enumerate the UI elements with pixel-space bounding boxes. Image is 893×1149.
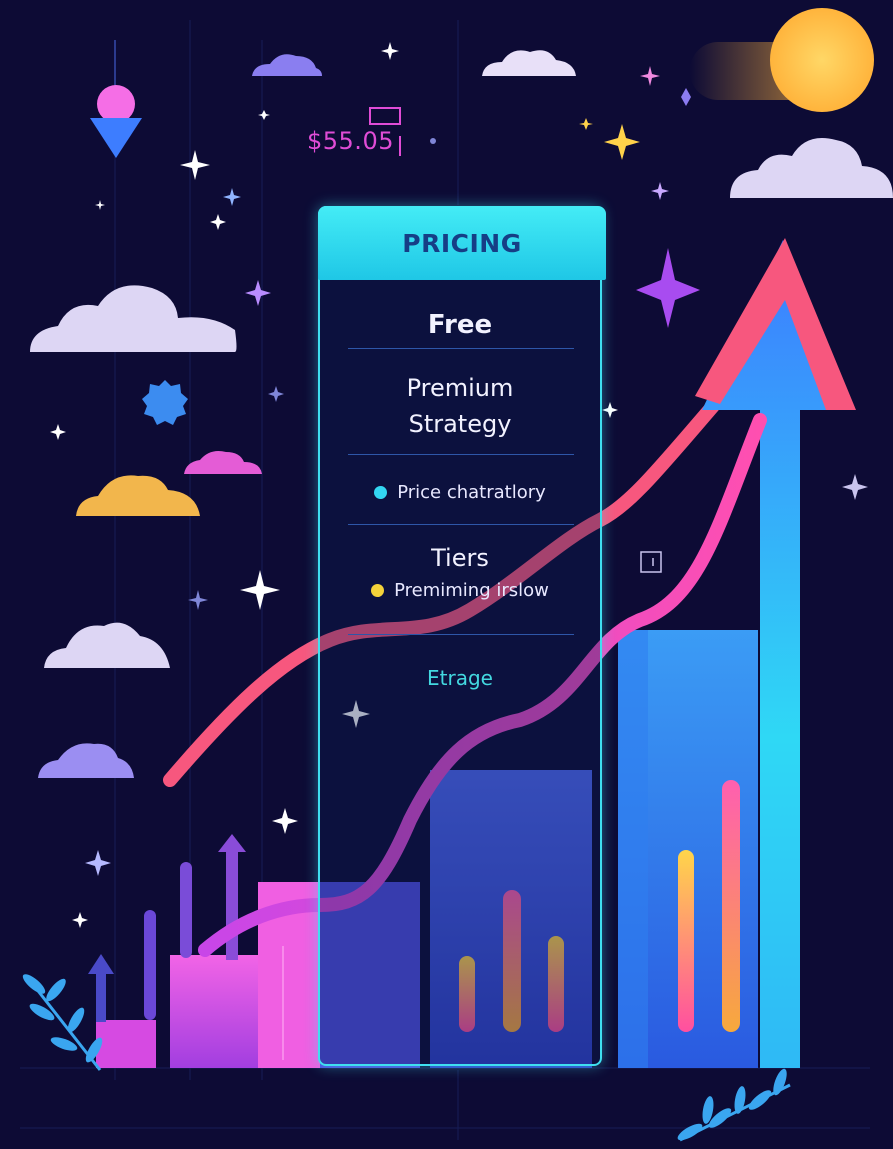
sun-icon (690, 8, 874, 112)
cloud-icon (184, 451, 262, 474)
cloud-icon (76, 475, 200, 516)
feature-row: Premiming irslow (320, 580, 600, 601)
pricing-card-header: PRICING (318, 206, 606, 280)
pricing-card-title: PRICING (402, 228, 522, 258)
cloud-icon (482, 50, 576, 76)
gear-icon (142, 380, 188, 425)
cloud-icon (730, 138, 893, 198)
feature-row: Price chatratlory (320, 482, 600, 503)
feature-text: Price chatratlory (397, 482, 546, 503)
divider (348, 524, 574, 525)
tier-tiers: Tiers (431, 544, 489, 572)
bullet-dot (374, 486, 388, 499)
feature-text: Premiming irslow (394, 580, 549, 601)
tier-free: Free (427, 310, 493, 340)
price-tag: $55.05 (307, 127, 394, 155)
cloud-icon (38, 743, 134, 778)
bullet-dot (371, 584, 385, 597)
tier-etrage: Etrage (427, 666, 493, 690)
leaf-icon (677, 1068, 791, 1142)
divider (348, 634, 574, 635)
square-icon (640, 551, 662, 573)
tier-premium-strategy: Premium Strategy (406, 374, 514, 438)
divider (348, 348, 574, 349)
pricing-card: PRICING Free Premium Strategy Price chat… (318, 206, 606, 1066)
cloud-icon (30, 285, 237, 352)
divider (348, 454, 574, 455)
leaf-icon (22, 974, 103, 1071)
map-pin-icon (90, 40, 142, 158)
cloud-icon (44, 622, 170, 668)
